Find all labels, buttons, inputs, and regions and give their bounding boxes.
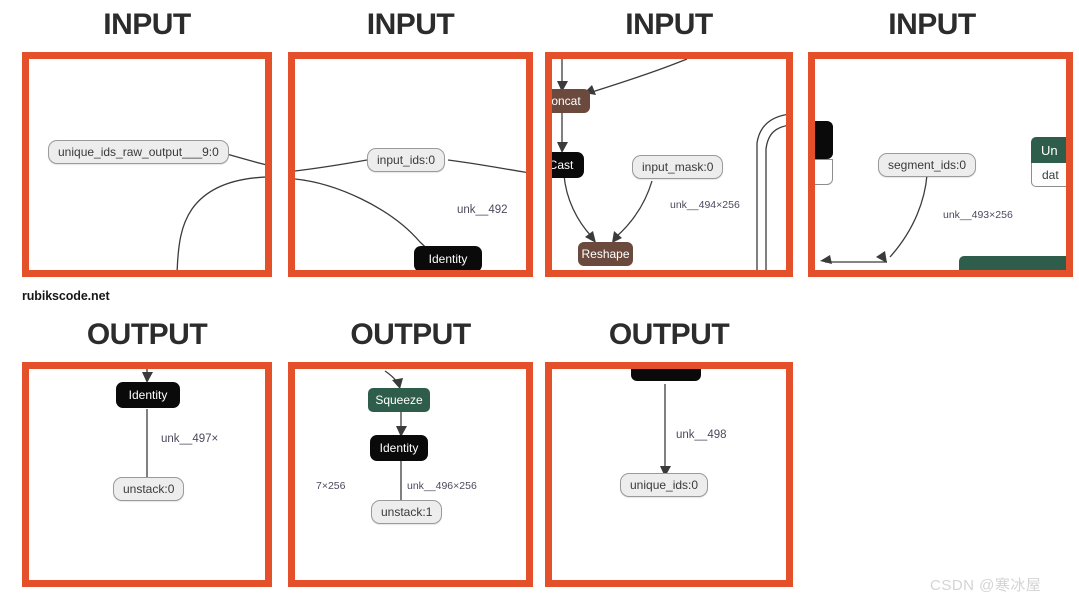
caption-input-2: INPUT — [366, 8, 455, 41]
node-dat-body[interactable]: dat — [1031, 163, 1066, 187]
watermark-csdn: CSDN @寒冰屋 — [930, 577, 1042, 594]
caption-input-1: INPUT — [103, 8, 191, 41]
node-squeeze[interactable]: Squeeze — [368, 388, 430, 412]
panel-output-1: Identity unstack:0 unk__497× — [22, 362, 272, 587]
screenshot-canvas: INPUT unique_ids_raw_output___9:0 INPUT — [0, 0, 1079, 607]
caption-output-1: OUTPUT — [86, 318, 208, 351]
panel-input-2-canvas: input_ids:0 Identity unk__492 — [295, 59, 526, 270]
panel-input-4: segment_ids:0 Un dat unk__493×256 — [808, 52, 1073, 277]
node-identity[interactable]: Identity — [414, 246, 482, 270]
node-unique-ids-raw-output[interactable]: unique_ids_raw_output___9:0 — [48, 140, 229, 164]
node-cast[interactable]: Cast — [552, 152, 584, 178]
caption-input-4: INPUT — [888, 8, 976, 41]
node-black-clipped[interactable] — [631, 369, 701, 381]
panel-output-2-canvas: Squeeze Identity unstack:1 7×256 unk__49… — [295, 369, 526, 580]
node-segment-ids[interactable]: segment_ids:0 — [878, 153, 977, 177]
panel-input-3-canvas: oncat Cast input_mask:0 Reshape unk__494… — [552, 59, 786, 270]
node-unstack-1[interactable]: unstack:1 — [371, 500, 443, 524]
panel-input-1: unique_ids_raw_output___9:0 — [22, 52, 272, 277]
node-green-clipped[interactable] — [959, 256, 1066, 270]
panel-output-3: unique_ids:0 unk__498 — [545, 362, 793, 587]
node-identity[interactable]: Identity — [116, 382, 180, 408]
caption-output-3: OUTPUT — [608, 318, 730, 351]
watermark-rubikscode: rubikscode.net — [22, 289, 110, 303]
node-unique-ids[interactable]: unique_ids:0 — [620, 473, 709, 497]
panel-input-3: oncat Cast input_mask:0 Reshape unk__494… — [545, 52, 793, 277]
edge-label-unk-498: unk__498 — [676, 429, 727, 441]
edge-label-7x256: 7×256 — [316, 480, 346, 492]
edge-label-unk-497: unk__497× — [161, 433, 219, 445]
edge-label-unk-492: unk__492 — [457, 204, 508, 216]
node-input-ids[interactable]: input_ids:0 — [367, 148, 446, 172]
caption-input-3: INPUT — [625, 8, 713, 41]
panel-input-2: input_ids:0 Identity unk__492 — [288, 52, 533, 277]
panel-output-1-canvas: Identity unstack:0 unk__497× — [29, 369, 265, 580]
panel-output-2: Squeeze Identity unstack:1 7×256 unk__49… — [288, 362, 533, 587]
node-un-header[interactable]: Un — [1031, 137, 1066, 163]
panel-input-4-canvas: segment_ids:0 Un dat unk__493×256 — [815, 59, 1066, 270]
panel-input-1-canvas: unique_ids_raw_output___9:0 — [29, 59, 265, 270]
edge-label-unk-494: unk__494×256 — [670, 199, 740, 211]
edge-label-unk-496: unk__496×256 — [407, 480, 477, 492]
node-input-mask[interactable]: input_mask:0 — [632, 155, 724, 179]
node-concat[interactable]: oncat — [552, 89, 590, 113]
caption-output-2: OUTPUT — [350, 318, 471, 351]
node-white-clipped[interactable] — [815, 159, 833, 185]
node-reshape[interactable]: Reshape — [578, 242, 633, 266]
panel-output-3-canvas: unique_ids:0 unk__498 — [552, 369, 786, 580]
node-black-clipped[interactable] — [815, 121, 833, 159]
edge-label-unk-493: unk__493×256 — [943, 209, 1013, 221]
node-unstack-0[interactable]: unstack:0 — [113, 477, 185, 501]
node-identity[interactable]: Identity — [370, 435, 428, 461]
graph-edges-input-1 — [176, 150, 265, 270]
